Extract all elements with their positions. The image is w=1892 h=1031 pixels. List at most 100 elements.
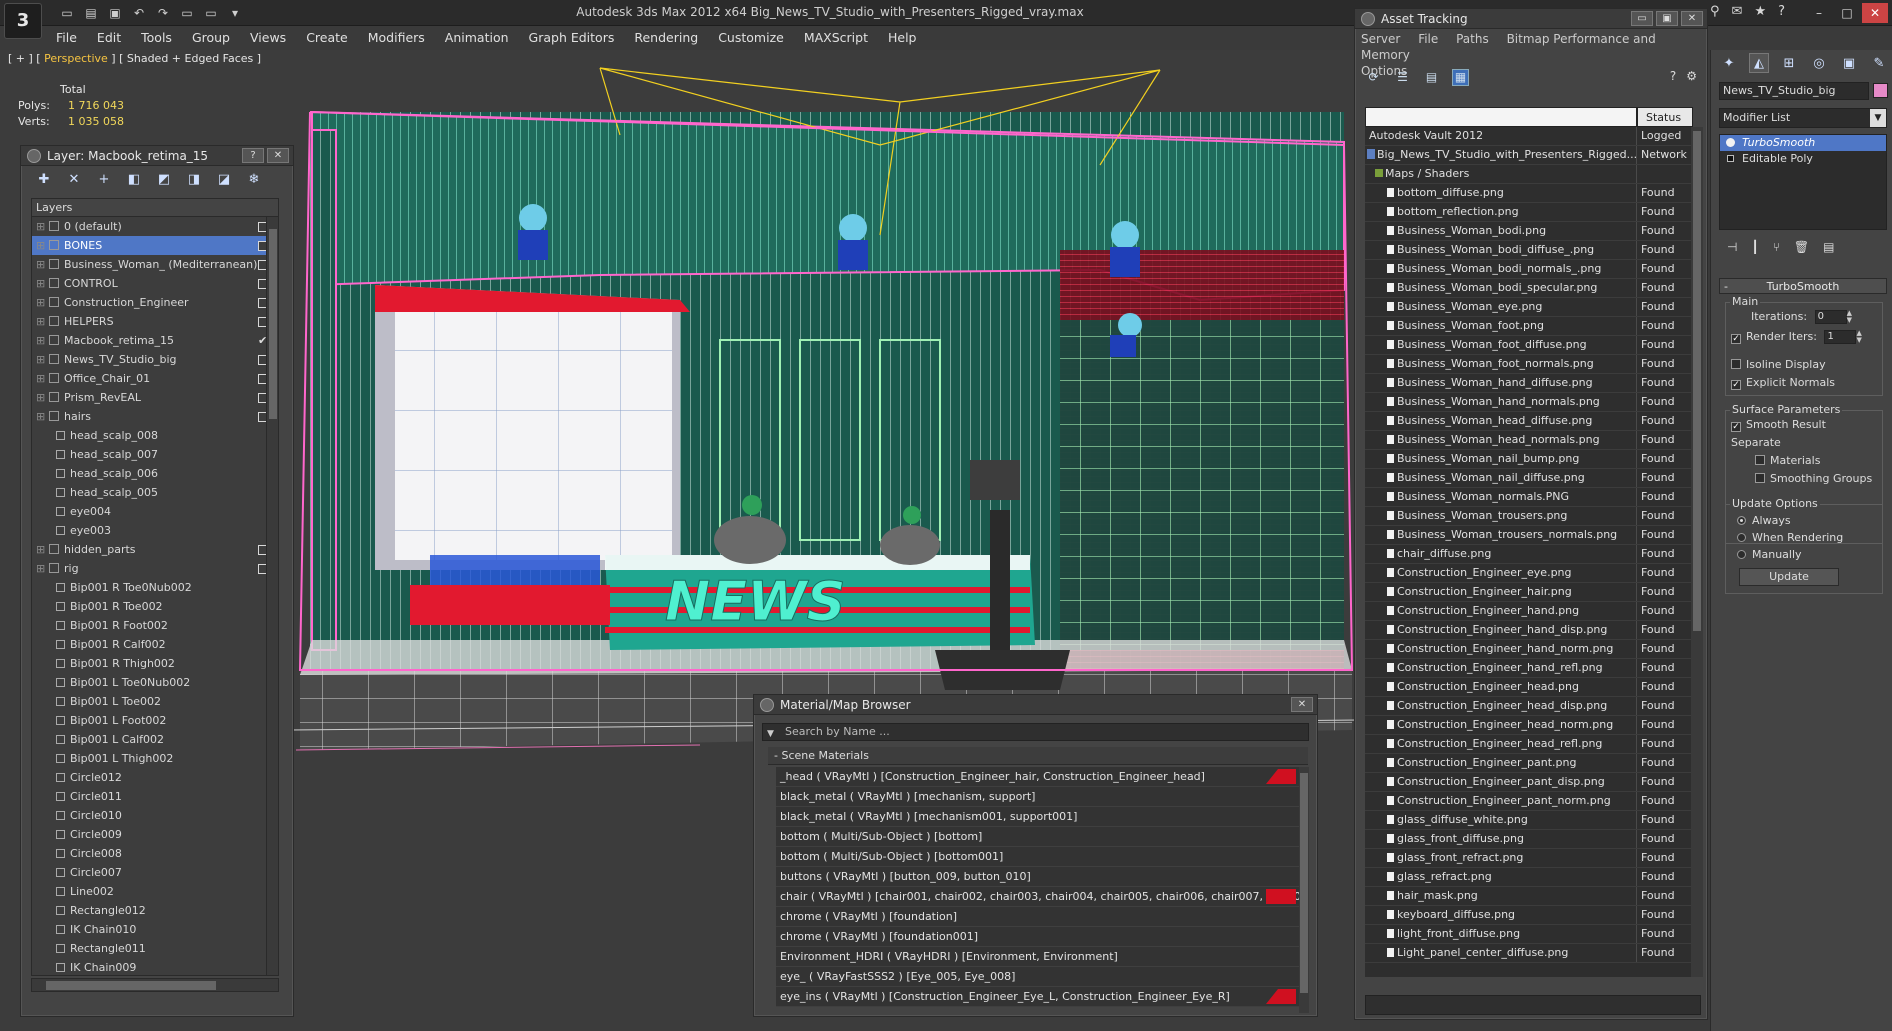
layer-row[interactable]: Bip001 L Toe002 — [32, 692, 278, 711]
isoline-display-checkbox[interactable] — [1731, 359, 1741, 369]
expand-icon[interactable] — [1727, 155, 1734, 162]
motion-tab-icon[interactable]: ◎ — [1809, 53, 1829, 73]
iterations-spinner[interactable]: 0 — [1814, 310, 1847, 324]
asset-row[interactable]: Construction_Engineer_pant_disp.png Found — [1365, 773, 1693, 792]
asset-row[interactable]: keyboard_diffuse.png Found — [1365, 906, 1693, 925]
asset-row[interactable]: Construction_Engineer_pant_norm.png Found — [1365, 792, 1693, 811]
add-to-layer-icon[interactable]: + — [95, 170, 113, 188]
expand-icon[interactable]: ⊞ — [36, 217, 46, 236]
asset-row[interactable]: Business_Woman_foot_normals.png Found — [1365, 355, 1693, 374]
layer-row[interactable]: Bip001 L Thigh002 — [32, 749, 278, 768]
material-row[interactable]: Environment_HDRI ( VRayHDRI ) [Environme… — [776, 947, 1302, 967]
layer-row[interactable]: ⊞ Prism_RevEAL — [32, 388, 278, 407]
asset-row[interactable]: bottom_diffuse.png Found — [1365, 184, 1693, 203]
menu-graph-editors[interactable]: Graph Editors — [519, 26, 625, 50]
display-tab-icon[interactable]: ▣ — [1839, 53, 1859, 73]
material-browser-titlebar[interactable]: Material/Map Browser ✕ — [754, 695, 1317, 715]
layer-row[interactable]: Circle009 — [32, 825, 278, 844]
asset-row[interactable]: Business_Woman_bodi_specular.png Found — [1365, 279, 1693, 298]
asset-row[interactable]: Construction_Engineer_hand_norm.png Found — [1365, 640, 1693, 659]
smooth-result-checkbox[interactable]: ✓ — [1731, 422, 1741, 432]
expand-icon[interactable]: ⊞ — [36, 350, 46, 369]
expand-icon[interactable]: ⊞ — [36, 331, 46, 350]
layer-row[interactable]: IK Chain010 — [32, 920, 278, 939]
material-search-input[interactable]: ▼ Search by Name ... — [762, 723, 1309, 741]
asset-row[interactable]: Maps / Shaders — [1365, 165, 1693, 184]
asset-row[interactable]: Business_Woman_hand_diffuse.png Found — [1365, 374, 1693, 393]
utilities-tab-icon[interactable]: ✎ — [1869, 53, 1889, 73]
asset-row[interactable]: Construction_Engineer_hand_refl.png Found — [1365, 659, 1693, 678]
turbosmooth-rollout-header[interactable]: - TurboSmooth — [1719, 278, 1887, 294]
set-current-layer-icon[interactable]: ◨ — [185, 170, 203, 188]
layer-row[interactable]: Circle010 — [32, 806, 278, 825]
layer-row[interactable]: Bip001 R Toe002 — [32, 597, 278, 616]
update-when-rendering-radio[interactable] — [1737, 533, 1746, 542]
layer-row[interactable]: head_scalp_005 — [32, 483, 278, 502]
render-iters-checkbox[interactable]: ✓ — [1731, 334, 1741, 344]
spinner-arrows-icon[interactable]: ▲ ▼ — [1856, 330, 1864, 344]
update-button[interactable]: Update — [1739, 568, 1839, 586]
asset-minimize-button[interactable]: ▭ — [1631, 11, 1653, 26]
asset-row[interactable]: Construction_Engineer_head.png Found — [1365, 678, 1693, 697]
material-row[interactable]: chair ( VRayMtl ) [chair001, chair002, c… — [776, 887, 1302, 907]
asset-row[interactable]: Big_News_TV_Studio_with_Presenters_Rigge… — [1365, 146, 1693, 165]
asset-row[interactable]: Business_Woman_nail_diffuse.png Found — [1365, 469, 1693, 488]
asset-row[interactable]: Business_Woman_head_diffuse.png Found — [1365, 412, 1693, 431]
create-tab-icon[interactable]: ✦ — [1719, 53, 1739, 73]
material-row[interactable]: bottom ( Multi/Sub-Object ) [bottom] — [776, 827, 1302, 847]
tree-view-icon[interactable]: ▤ — [1423, 69, 1440, 86]
communication-center-icon[interactable]: ✉ — [1732, 4, 1743, 19]
help-icon[interactable]: ? — [1778, 4, 1785, 19]
expand-icon[interactable]: ⊞ — [36, 407, 46, 426]
asset-row[interactable]: Construction_Engineer_hand.png Found — [1365, 602, 1693, 621]
pin-stack-icon[interactable]: ⊣ — [1727, 240, 1737, 254]
asset-tracking-titlebar[interactable]: Asset Tracking ▭ ▣ ✕ — [1355, 9, 1707, 29]
layer-row[interactable]: head_scalp_007 — [32, 445, 278, 464]
delete-layer-icon[interactable]: ✕ — [65, 170, 83, 188]
freeze-all-layers-icon[interactable]: ❄ — [245, 170, 263, 188]
fetch-icon[interactable]: ▭ — [202, 4, 220, 21]
material-list-scrollbar[interactable] — [1299, 767, 1309, 1013]
modify-tab-icon[interactable]: ◭ — [1749, 53, 1769, 73]
viewport-shading-mode[interactable]: ] [ Shaded + Edged Faces ] — [108, 52, 261, 65]
asset-help-icon[interactable]: ? — [1670, 69, 1676, 83]
layer-list-header[interactable]: Layers — [32, 199, 278, 217]
layer-help-button[interactable]: ? — [242, 148, 264, 163]
hide-all-layers-icon[interactable]: ◪ — [215, 170, 233, 188]
layer-row[interactable]: Rectangle012 — [32, 901, 278, 920]
favorites-icon[interactable]: ★ — [1754, 4, 1766, 19]
smoothing-groups-checkbox[interactable] — [1755, 473, 1765, 483]
layer-row[interactable]: Bip001 L Calf002 — [32, 730, 278, 749]
material-row[interactable]: black_metal ( VRayMtl ) [mechanism001, s… — [776, 807, 1302, 827]
search-icon[interactable]: ⚲ — [1710, 4, 1720, 19]
material-row[interactable]: eye_ ( VRayFastSSS2 ) [Eye_005, Eye_008] — [776, 967, 1302, 987]
asset-row[interactable]: glass_front_refract.png Found — [1365, 849, 1693, 868]
material-row[interactable]: buttons ( VRayMtl ) [button_009, button_… — [776, 867, 1302, 887]
material-row[interactable]: black_metal ( VRayMtl ) [mechanism, supp… — [776, 787, 1302, 807]
expand-icon[interactable]: ⊞ — [36, 559, 46, 578]
app-logo-icon[interactable]: 3 — [4, 3, 42, 39]
material-row[interactable]: bottom ( Multi/Sub-Object ) [bottom001] — [776, 847, 1302, 867]
asset-row[interactable]: glass_front_diffuse.png Found — [1365, 830, 1693, 849]
asset-row[interactable]: Business_Woman_trousers.png Found — [1365, 507, 1693, 526]
hold-icon[interactable]: ▭ — [178, 4, 196, 21]
asset-settings-icon[interactable]: ⚙ — [1686, 69, 1697, 83]
asset-row[interactable]: Construction_Engineer_head_disp.png Found — [1365, 697, 1693, 716]
show-end-result-icon[interactable]: ┃ — [1751, 240, 1758, 254]
layer-row[interactable]: Circle007 — [32, 863, 278, 882]
undo-icon[interactable]: ↶ — [130, 4, 148, 21]
asset-row[interactable]: Light_panel_center_diffuse.png Found — [1365, 944, 1693, 963]
layer-row[interactable]: ⊞ BONES — [32, 236, 278, 255]
menu-views[interactable]: Views — [240, 26, 296, 50]
layer-row[interactable]: IK Chain009 — [32, 958, 278, 975]
expand-icon[interactable]: ⊞ — [36, 255, 46, 274]
asset-row[interactable]: Business_Woman_bodi.png Found — [1365, 222, 1693, 241]
project-folder-icon[interactable]: ▾ — [226, 4, 244, 21]
layer-row[interactable]: Bip001 R Foot002 — [32, 616, 278, 635]
stack-item-editable-poly[interactable]: Editable Poly — [1720, 151, 1886, 167]
asset-row[interactable]: Construction_Engineer_head_refl.png Found — [1365, 735, 1693, 754]
make-unique-icon[interactable]: ⑂ — [1773, 240, 1780, 254]
save-file-icon[interactable]: ▣ — [106, 4, 124, 21]
hierarchy-tab-icon[interactable]: ⊞ — [1779, 53, 1799, 73]
select-layer-icon[interactable]: ◩ — [155, 170, 173, 188]
